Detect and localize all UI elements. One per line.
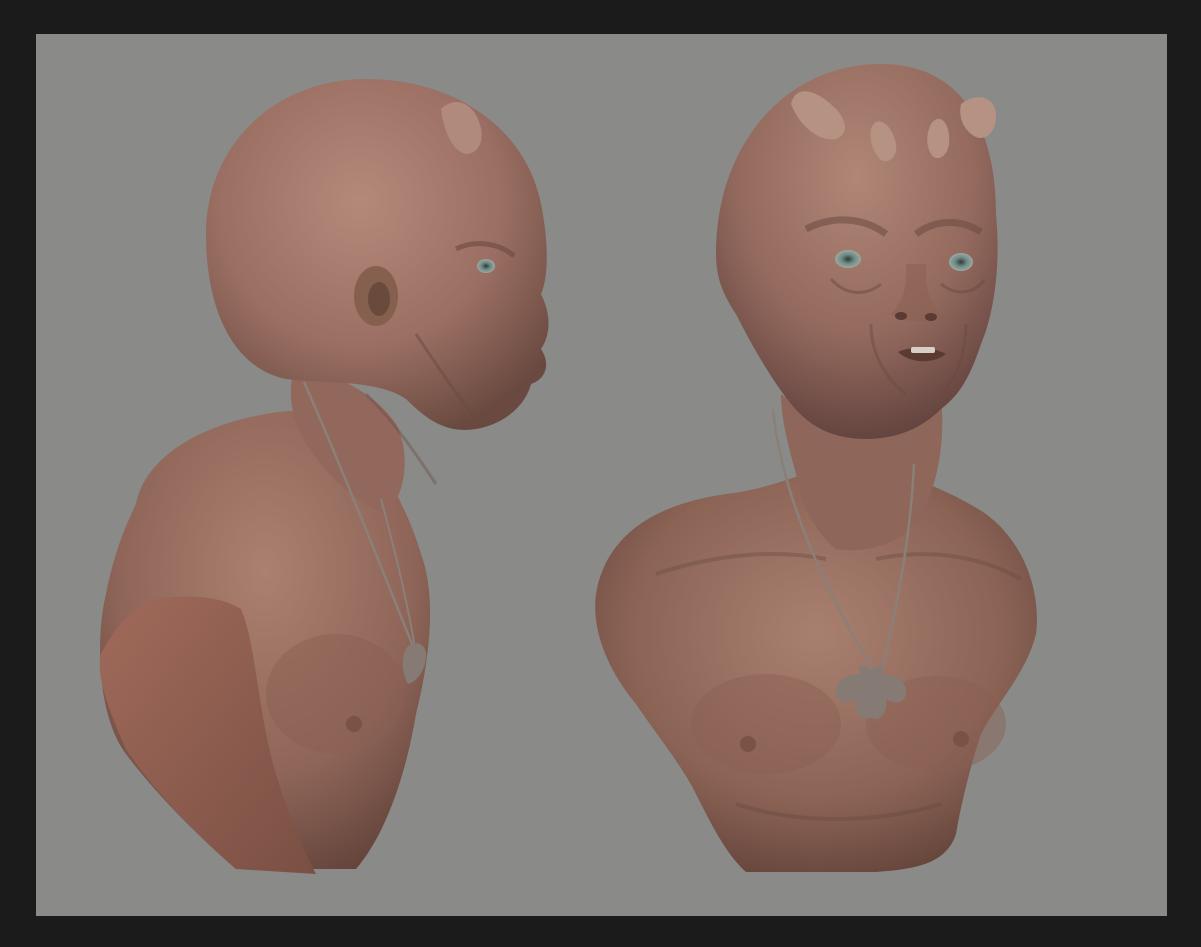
side-pectoral [266,634,406,754]
side-ear-inner [368,282,390,316]
front-nipple-right [953,731,969,747]
front-head [716,64,998,439]
front-eye-left-icon [835,250,861,268]
side-head [206,79,549,430]
front-nipple-left [740,736,756,752]
image-frame [0,0,1201,947]
front-torso [595,474,1037,872]
bust-front-view [595,64,1037,872]
front-pectoral-left [691,674,841,774]
render-canvas [36,34,1167,916]
front-eye-right-icon [949,253,973,271]
bust-side-view [99,79,549,874]
sculpt-render [99,64,1037,874]
front-nostril [895,312,907,320]
front-teeth [911,347,935,353]
front-nostril [925,313,937,321]
side-nipple [346,716,362,732]
side-eye-icon [477,259,495,273]
